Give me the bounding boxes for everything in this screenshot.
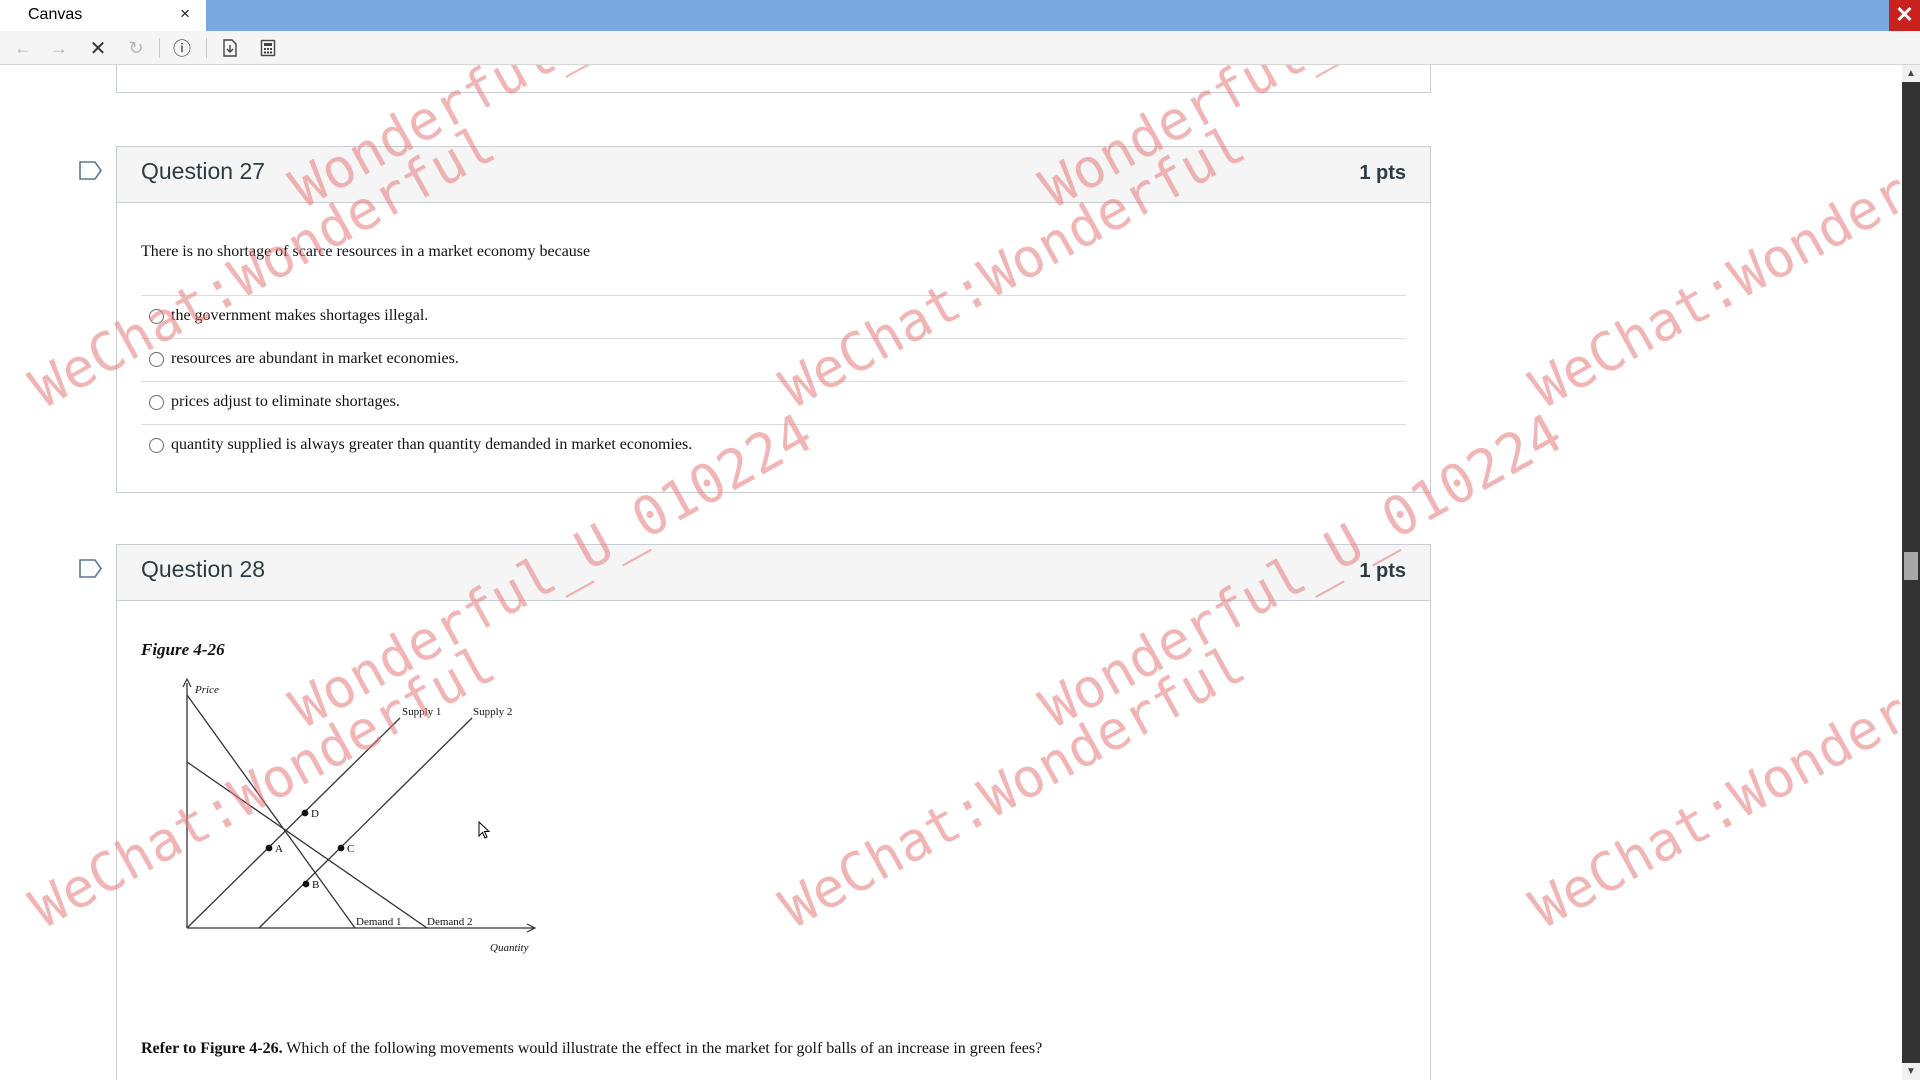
mouse-cursor-icon	[478, 821, 491, 839]
question-header: Question 28 1 pts	[117, 545, 1430, 601]
supply-1-curve	[186, 717, 401, 929]
question-prompt: There is no shortage of scarce resources…	[141, 243, 591, 260]
toolbar-separator	[206, 38, 207, 58]
answer-label[interactable]: resources are abundant in market economi…	[171, 350, 459, 368]
supply-2-label: Supply 2	[473, 706, 512, 718]
answer-radio[interactable]	[149, 309, 164, 324]
question-points: 1 pts	[1359, 162, 1406, 184]
x-axis-label: Quantity	[490, 942, 529, 954]
toolbar-separator	[159, 38, 160, 58]
supply-demand-figure: Price Quantity Supply 1 Supply 2 Demand …	[182, 677, 537, 954]
previous-question-panel	[116, 65, 1431, 93]
prompt-reference: Refer to Figure 4-26.	[141, 1040, 283, 1057]
question-27-panel: Question 27 1 pts There is no shortage o…	[116, 146, 1431, 493]
demand-2-curve	[186, 761, 428, 929]
question-28-panel: Question 28 1 pts Figure 4-26 Price Quan…	[116, 544, 1431, 1080]
download-icon[interactable]	[218, 36, 242, 60]
answer-radio[interactable]	[149, 438, 164, 453]
browser-toolbar: ← → ✕ ↻ ⓘ	[0, 31, 1920, 65]
window-close-button[interactable]: ✕	[1889, 0, 1920, 31]
tab-close-button[interactable]: ×	[180, 4, 190, 24]
answer-radio[interactable]	[149, 352, 164, 367]
answer-radio[interactable]	[149, 395, 164, 410]
answer-label[interactable]: quantity supplied is always greater than…	[171, 436, 692, 454]
reload-icon[interactable]: ↻	[124, 36, 148, 60]
watermark: WeChat:Wonderful	[1520, 632, 1902, 941]
question-points: 1 pts	[1359, 560, 1406, 582]
stop-icon[interactable]: ✕	[86, 36, 110, 60]
answer-option[interactable]: the government makes shortages illegal.	[141, 295, 1406, 338]
question-prompt: Refer to Figure 4-26. Which of the follo…	[141, 1040, 1042, 1058]
watermark: WeChat:Wonderful	[1520, 112, 1902, 421]
answer-label[interactable]: the government makes shortages illegal.	[171, 307, 428, 325]
supply-2-curve	[258, 717, 473, 929]
demand-1-curve	[186, 694, 356, 929]
answer-label[interactable]: prices adjust to eliminate shortages.	[171, 393, 400, 411]
back-icon[interactable]: ←	[11, 36, 35, 60]
forward-icon[interactable]: →	[47, 36, 71, 60]
answer-option[interactable]: quantity supplied is always greater than…	[141, 424, 1406, 467]
browser-tab[interactable]: Canvas ×	[0, 0, 206, 31]
point-b	[302, 880, 310, 888]
scrollbar-thumb[interactable]	[1904, 552, 1918, 580]
scroll-up-arrow-icon[interactable]: ▲	[1902, 65, 1920, 82]
vertical-scrollbar[interactable]: ▲ ▼	[1902, 65, 1920, 1080]
point-a	[265, 844, 273, 852]
flag-question-icon[interactable]	[79, 161, 103, 181]
point-a-label: A	[275, 843, 283, 855]
question-header: Question 27 1 pts	[117, 147, 1430, 203]
info-icon[interactable]: ⓘ	[170, 36, 194, 60]
answer-option[interactable]: prices adjust to eliminate shortages.	[141, 381, 1406, 424]
supply-1-label: Supply 1	[402, 706, 441, 718]
tab-title: Canvas	[28, 6, 83, 23]
point-b-label: B	[312, 879, 319, 891]
page-content: Question 27 1 pts There is no shortage o…	[0, 65, 1902, 1080]
flag-question-icon[interactable]	[79, 559, 103, 579]
demand-1-label: Demand 1	[356, 916, 402, 928]
y-axis-label: Price	[194, 684, 219, 696]
point-c	[337, 844, 345, 852]
answer-option[interactable]: resources are abundant in market economi…	[141, 338, 1406, 381]
point-c-label: C	[347, 843, 354, 855]
point-d-label: D	[311, 808, 319, 820]
calculator-icon[interactable]	[256, 36, 280, 60]
prompt-text: Which of the following movements would i…	[282, 1040, 1043, 1057]
point-d	[301, 809, 309, 817]
demand-2-label: Demand 2	[427, 916, 473, 928]
scroll-down-arrow-icon[interactable]: ▼	[1902, 1063, 1920, 1080]
figure-caption: Figure 4-26	[141, 640, 225, 659]
question-title: Question 28	[141, 556, 266, 582]
question-title: Question 27	[141, 158, 266, 184]
title-bar: Canvas × ✕	[0, 0, 1920, 31]
